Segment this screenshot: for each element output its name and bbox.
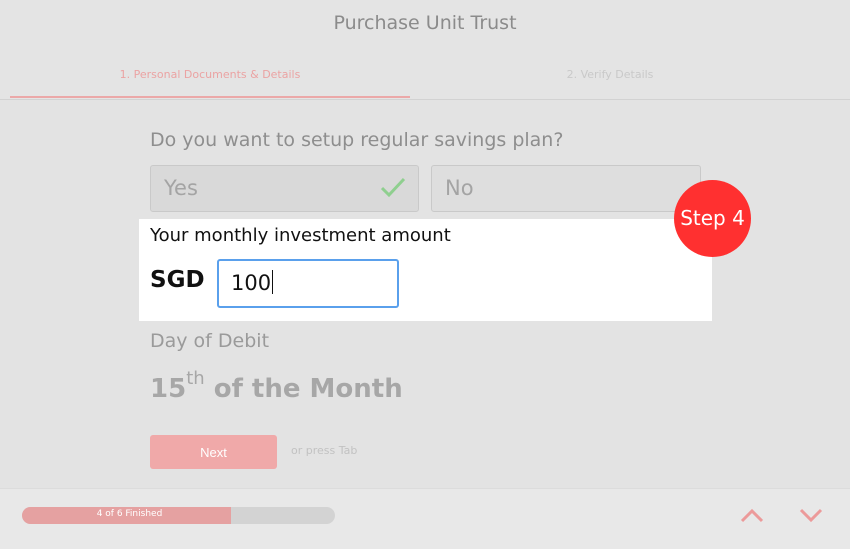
- step-badge: Step 4: [674, 180, 751, 257]
- tab-hint: or press Tab: [291, 444, 358, 457]
- header: Purchase Unit Trust 1. Personal Document…: [0, 0, 850, 100]
- footer: 4 of 6 Finished: [0, 488, 850, 549]
- chevron-down-icon[interactable]: [799, 507, 823, 523]
- day-of-debit-label: Day of Debit: [150, 330, 270, 352]
- monthly-amount-panel: Your monthly investment amount SGD 100: [139, 219, 712, 321]
- yes-option-button[interactable]: Yes: [150, 165, 419, 212]
- page-title: Purchase Unit Trust: [333, 12, 517, 34]
- debit-day: 15: [150, 374, 187, 404]
- active-tab-indicator: [10, 96, 410, 98]
- currency-label: SGD: [150, 267, 205, 293]
- progress-bar: 4 of 6 Finished: [22, 507, 335, 524]
- progress-text: 4 of 6 Finished: [96, 509, 163, 519]
- monthly-amount-value: 100: [231, 271, 272, 295]
- debit-day-suffix: th: [186, 368, 205, 389]
- chevron-up-icon[interactable]: [740, 507, 764, 523]
- savings-plan-question: Do you want to setup regular savings pla…: [150, 129, 564, 151]
- tab-personal-documents[interactable]: 1. Personal Documents & Details: [10, 68, 410, 81]
- no-option-label: No: [445, 176, 474, 200]
- day-of-debit-value[interactable]: 15th of the Month: [150, 368, 403, 404]
- checkmark-icon: [380, 177, 406, 198]
- no-option-button[interactable]: No: [431, 165, 701, 212]
- monthly-amount-label: Your monthly investment amount: [150, 225, 451, 246]
- monthly-amount-input[interactable]: 100: [217, 259, 399, 308]
- tab-verify-details[interactable]: 2. Verify Details: [410, 68, 810, 81]
- yes-option-label: Yes: [164, 176, 198, 200]
- next-button[interactable]: Next: [150, 435, 277, 469]
- text-caret: [272, 270, 274, 294]
- debit-day-rest: of the Month: [204, 374, 403, 404]
